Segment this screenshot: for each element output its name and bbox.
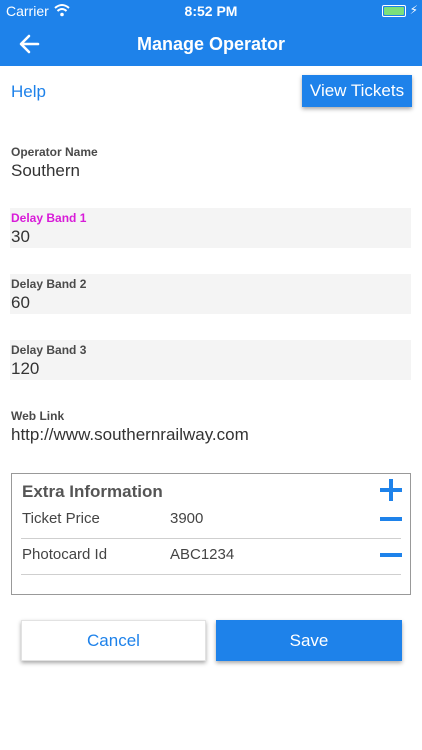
delay-band-2-field[interactable]: Delay Band 2 60 — [10, 274, 411, 314]
minus-icon[interactable] — [380, 553, 402, 557]
extra-value[interactable]: ABC1234 — [170, 546, 234, 563]
delay-band-2-label: Delay Band 2 — [11, 277, 87, 291]
delay-band-1-value[interactable]: 30 — [11, 227, 30, 247]
list-item: Ticket Price 3900 — [21, 502, 402, 539]
web-link-field[interactable]: Web Link http://www.southernrailway.com — [10, 406, 411, 446]
extra-key[interactable]: Ticket Price — [22, 510, 100, 527]
list-item: Photocard Id ABC1234 — [21, 538, 402, 575]
save-button[interactable]: Save — [216, 620, 402, 661]
page-title: Manage Operator — [136, 34, 286, 54]
delay-band-1-label: Delay Band 1 — [11, 211, 87, 225]
status-bar: Carrier 8:52 PM ⚡ — [0, 0, 422, 22]
view-tickets-button[interactable]: View Tickets — [302, 75, 412, 107]
charging-bolt-icon: ⚡ — [409, 3, 418, 17]
cancel-button[interactable]: Cancel — [21, 620, 206, 661]
extra-information-panel: Extra Information Ticket Price 3900 Phot… — [11, 473, 411, 595]
extra-value[interactable]: 3900 — [170, 510, 203, 527]
status-time: 8:52 PM — [184, 3, 238, 19]
delay-band-1-field[interactable]: Delay Band 1 30 — [10, 208, 411, 248]
delay-band-3-label: Delay Band 3 — [11, 343, 87, 357]
operator-name-field[interactable]: Operator Name Southern — [10, 142, 411, 182]
minus-icon[interactable] — [380, 517, 402, 521]
extra-information-heading: Extra Information — [22, 482, 163, 501]
operator-name-value[interactable]: Southern — [11, 161, 80, 181]
delay-band-3-field[interactable]: Delay Band 3 120 — [10, 340, 411, 380]
extra-key[interactable]: Photocard Id — [22, 546, 107, 563]
battery-icon — [382, 5, 406, 17]
delay-band-3-value[interactable]: 120 — [11, 359, 39, 379]
plus-icon[interactable] — [379, 478, 403, 502]
operator-name-label: Operator Name — [11, 145, 98, 159]
delay-band-2-value[interactable]: 60 — [11, 293, 30, 313]
web-link-label: Web Link — [11, 409, 65, 423]
help-link[interactable]: Help — [11, 82, 46, 102]
web-link-value[interactable]: http://www.southernrailway.com — [11, 425, 249, 445]
navigation-bar: Manage Operator — [0, 22, 422, 66]
